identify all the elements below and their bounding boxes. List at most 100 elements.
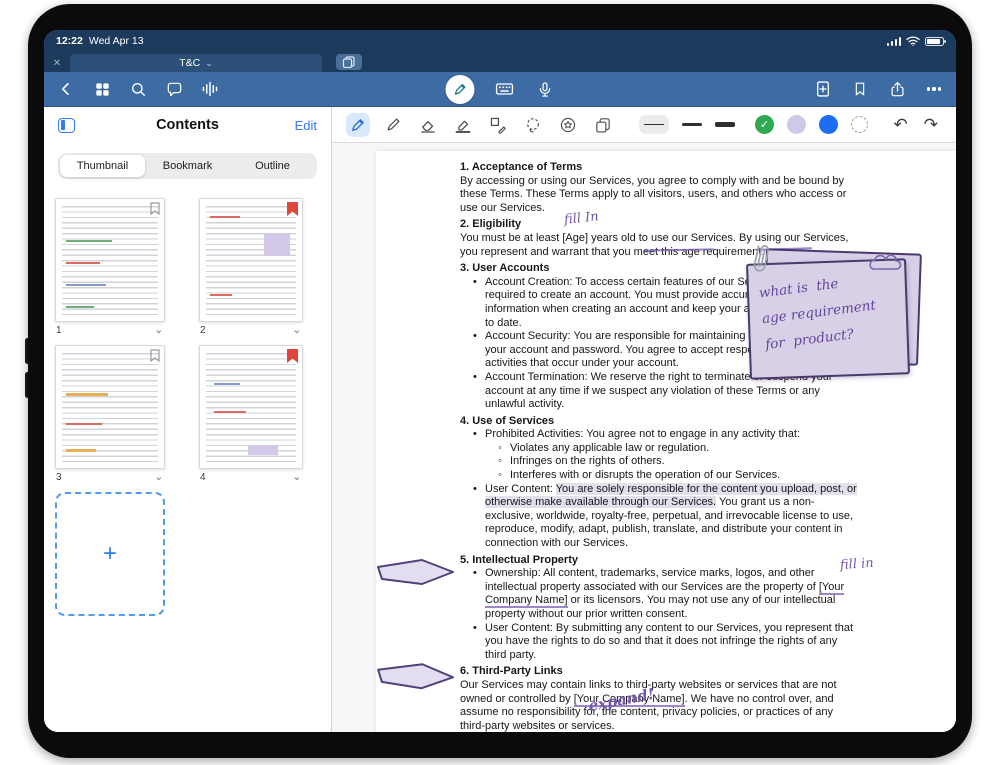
- thickness-thick[interactable]: [715, 122, 735, 127]
- chevron-down-icon[interactable]: ⌄: [155, 472, 163, 483]
- thumbnail-content: [206, 206, 296, 315]
- flag-shape-annotation[interactable]: [374, 660, 457, 693]
- tab-title: T&C: [179, 57, 200, 69]
- page-number: 4: [200, 472, 206, 483]
- add-page-icon[interactable]: [813, 79, 833, 99]
- thumbnail-content: [62, 353, 158, 462]
- wifi-icon: [906, 36, 920, 46]
- document-canvas[interactable]: 1. Acceptance of TermsBy accessing or us…: [332, 143, 956, 732]
- tab-outline[interactable]: Outline: [230, 155, 315, 177]
- doc-heading: 5. Intellectual Property: [460, 554, 860, 568]
- color-swatch-group: ✓: [755, 115, 868, 134]
- tab-bookmark[interactable]: Bookmark: [145, 155, 230, 177]
- sidebar-tabs: ThumbnailBookmarkOutline: [58, 153, 317, 179]
- page-number: 1: [56, 325, 62, 336]
- chevron-down-icon[interactable]: ⌄: [293, 472, 301, 483]
- page-thumbnail[interactable]: [199, 345, 303, 469]
- tools-toolbar: ✓ ↶ ↷: [332, 107, 956, 143]
- lasso-tool[interactable]: [521, 113, 545, 137]
- handwriting-fill-in: fill in: [840, 556, 875, 573]
- comment-icon[interactable]: [164, 79, 184, 99]
- thumbnail-content: [206, 353, 296, 462]
- screen: 12:22 Wed Apr 13 ✕ T&C ⌄: [44, 30, 956, 732]
- audio-waveform-icon[interactable]: [200, 79, 220, 99]
- page-thumbnail-label: 4⌄: [199, 469, 303, 483]
- bookmark-ribbon-icon: [287, 202, 298, 221]
- tabs-overview-button[interactable]: [336, 54, 362, 70]
- back-button[interactable]: [56, 79, 76, 99]
- page-thumbnail[interactable]: [55, 198, 165, 322]
- thumbnail-content: [62, 206, 158, 315]
- doc-text-block: Violates any applicable law or regulatio…: [460, 442, 860, 456]
- status-date: Wed Apr 13: [89, 35, 144, 47]
- pages-grid-icon[interactable]: [92, 79, 112, 99]
- doc-heading: 2. Eligibility: [460, 218, 860, 232]
- page-thumbnail[interactable]: [55, 345, 165, 469]
- tab-thumbnail[interactable]: Thumbnail: [60, 155, 145, 177]
- ipad-frame: 12:22 Wed Apr 13 ✕ T&C ⌄: [28, 4, 972, 758]
- document-tab[interactable]: T&C ⌄: [70, 54, 322, 72]
- keyboard-icon[interactable]: [495, 79, 515, 99]
- close-icon[interactable]: ✕: [44, 58, 70, 72]
- microphone-icon[interactable]: [535, 79, 555, 99]
- page-thumbnail-cell: 1⌄: [55, 198, 165, 336]
- page-thumbnail-label: 2⌄: [199, 322, 303, 336]
- sticky-note[interactable]: what is the age requirement for product?: [746, 258, 910, 380]
- bookmark-icon[interactable]: [850, 79, 870, 99]
- color-green-selected[interactable]: ✓: [755, 115, 774, 134]
- undo-button[interactable]: ↶: [894, 115, 908, 135]
- doc-text-block: Our Services may contain links to third-…: [460, 679, 860, 732]
- chevron-down-icon: ⌄: [205, 58, 213, 69]
- chevron-down-icon[interactable]: ⌄: [155, 325, 163, 336]
- stroke-thickness-group: [639, 115, 735, 135]
- fountain-pen-tool[interactable]: [346, 113, 370, 137]
- document-page: 1. Acceptance of TermsBy accessing or us…: [376, 151, 956, 732]
- chevron-down-icon[interactable]: ⌄: [293, 325, 301, 336]
- status-time: 12:22: [56, 35, 83, 47]
- page-thumbnail-label: 1⌄: [55, 322, 165, 336]
- page-number: 2: [200, 325, 206, 336]
- color-blue[interactable]: [819, 115, 838, 134]
- flag-shape-annotation[interactable]: [374, 557, 456, 587]
- stickers-tool[interactable]: [556, 113, 580, 137]
- cloud-doodle: [868, 255, 902, 273]
- page-thumbnail[interactable]: [199, 198, 303, 322]
- sidebar-header: Contents Edit: [44, 107, 331, 143]
- page-thumbnail-cell: 4⌄: [199, 345, 303, 483]
- doc-text-block: User Content: By submitting any content …: [460, 622, 860, 663]
- thumbnail-grid: 1⌄2⌄3⌄4⌄+: [44, 185, 331, 732]
- ballpoint-pen-tool[interactable]: [381, 113, 405, 137]
- thickness-thin-selected[interactable]: [639, 115, 669, 135]
- page-thumbnail-label: 3⌄: [55, 469, 165, 483]
- color-picker-custom[interactable]: [851, 116, 868, 133]
- page-thumbnail-cell: 3⌄: [55, 345, 165, 483]
- bookmark-outline-icon: [150, 349, 160, 367]
- color-lavender[interactable]: [787, 115, 806, 134]
- edit-button[interactable]: Edit: [295, 118, 317, 133]
- doc-heading: 6. Third-Party Links: [460, 665, 860, 679]
- doc-text-block: Interferes with or disrupts the operatio…: [460, 469, 860, 483]
- shapes-tool[interactable]: [486, 113, 510, 137]
- thickness-medium[interactable]: [682, 123, 702, 126]
- main-toolbar: [44, 72, 956, 107]
- battery-icon: [925, 37, 944, 46]
- sticky-note-tool[interactable]: [591, 113, 615, 137]
- share-icon[interactable]: [887, 79, 907, 99]
- bookmark-outline-icon: [150, 202, 160, 220]
- redo-button[interactable]: ↷: [924, 115, 938, 135]
- active-pen-tool-button[interactable]: [446, 75, 475, 104]
- doc-text-block: Prohibited Activities: You agree not to …: [460, 428, 860, 442]
- search-icon[interactable]: [128, 79, 148, 99]
- bookmark-ribbon-icon: [287, 349, 298, 368]
- doc-text-block: By accessing or using our Services, you …: [460, 175, 860, 216]
- sidebar-title: Contents: [44, 117, 331, 133]
- page-number: 3: [56, 472, 62, 483]
- highlighter-tool[interactable]: [451, 113, 475, 137]
- eraser-tool[interactable]: [416, 113, 440, 137]
- doc-text-block: Ownership: All content, trademarks, serv…: [460, 567, 860, 621]
- doc-text-block: Infringes on the rights of others.: [460, 455, 860, 469]
- more-options-icon[interactable]: [924, 79, 944, 99]
- page-thumbnail-cell: 2⌄: [199, 198, 303, 336]
- add-page-cell[interactable]: +: [55, 492, 165, 616]
- contents-sidebar: Contents Edit ThumbnailBookmarkOutline 1…: [44, 107, 332, 732]
